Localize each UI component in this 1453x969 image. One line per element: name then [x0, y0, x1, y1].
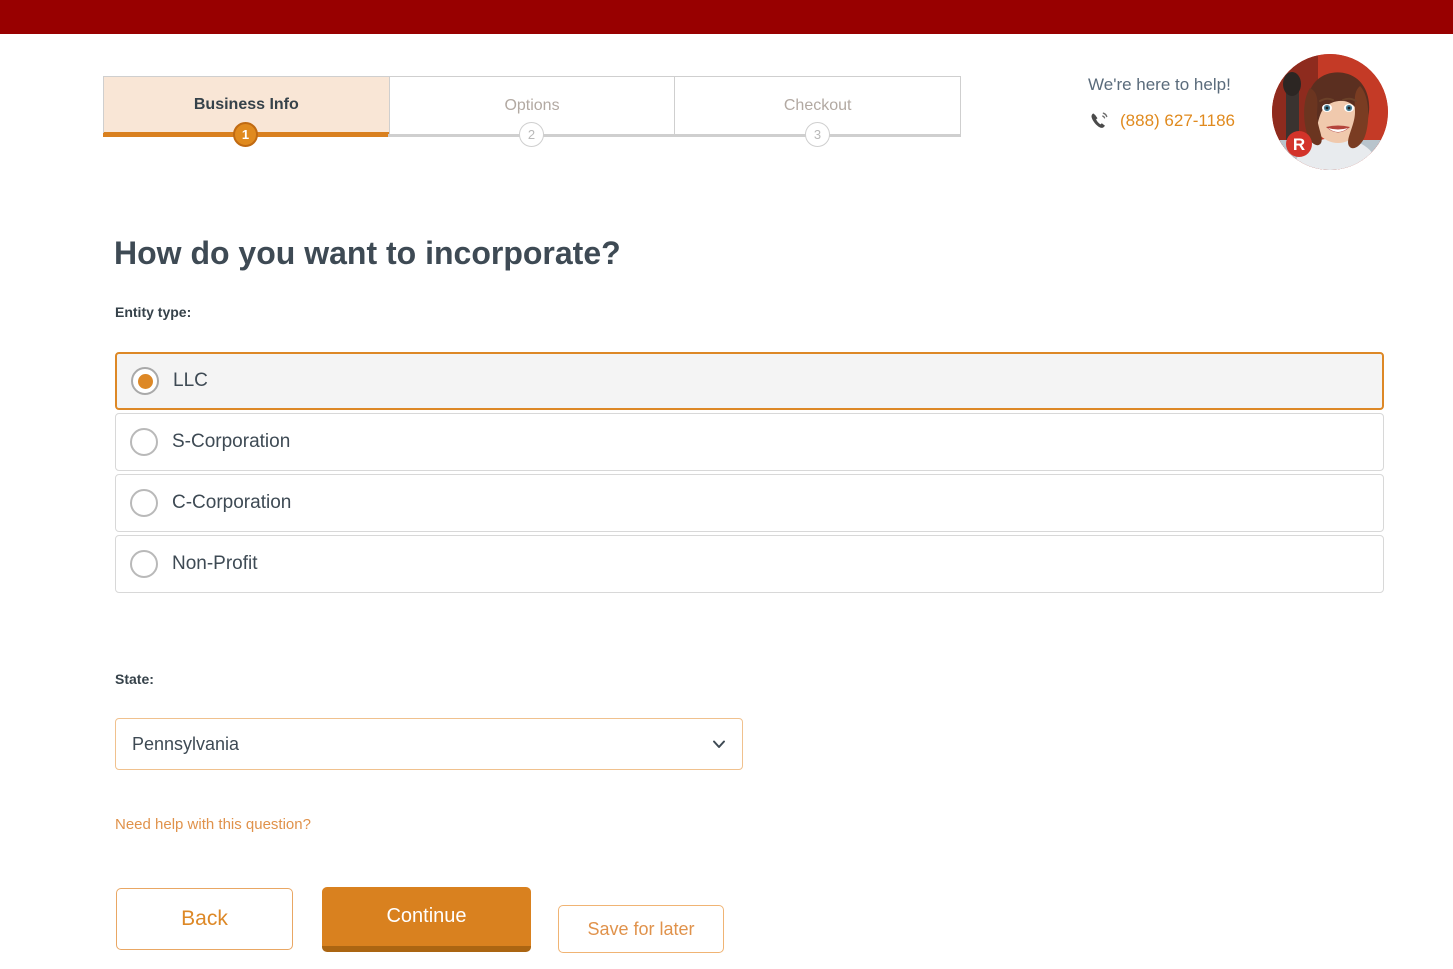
entity-type-label: Entity type: [115, 304, 192, 320]
state-select-wrapper: Pennsylvania [115, 718, 743, 770]
step-badge-3[interactable]: 3 [805, 122, 830, 147]
radio-label: Non-Profit [172, 553, 258, 574]
page-title: How do you want to incorporate? [114, 235, 621, 272]
step-badge-number: 1 [241, 127, 250, 142]
back-button[interactable]: Back [116, 888, 293, 950]
help-block: We're here to help! (888) 627-1186 R [1088, 54, 1388, 170]
step-badge-1[interactable]: 1 [233, 122, 258, 147]
radio-option-llc[interactable]: LLC [115, 352, 1384, 410]
step-badge-2[interactable]: 2 [519, 122, 544, 147]
radio-option-c-corporation[interactable]: C-Corporation [115, 474, 1384, 532]
step-label: Options [504, 97, 560, 114]
top-brand-bar [0, 0, 1453, 34]
radio-indicator [130, 489, 158, 517]
state-select-value: Pennsylvania [132, 733, 240, 754]
radio-option-non-profit[interactable]: Non-Profit [115, 535, 1384, 593]
help-title: We're here to help! [1088, 75, 1231, 94]
save-for-later-label: Save for later [587, 918, 695, 939]
entity-type-radio-group: LLC S-Corporation C-Corporation Non-Prof… [115, 352, 1384, 596]
state-label: State: [115, 671, 154, 687]
back-button-label: Back [181, 907, 228, 930]
save-for-later-button[interactable]: Save for later [558, 905, 724, 953]
radio-label: S-Corporation [172, 431, 291, 452]
step-badge-number: 2 [527, 127, 536, 142]
radio-label: C-Corporation [172, 492, 292, 513]
radio-label: LLC [173, 370, 208, 391]
step-label: Business Info [193, 95, 299, 113]
step-label: Checkout [783, 97, 852, 114]
need-help-link[interactable]: Need help with this question? [115, 816, 311, 833]
avatar: R [1272, 54, 1388, 170]
phone-ringing-icon [1088, 110, 1110, 132]
continue-button-label: Continue [386, 905, 467, 927]
radio-indicator [130, 428, 158, 456]
help-phone-number[interactable]: (888) 627-1186 [1120, 111, 1235, 131]
state-select[interactable]: Pennsylvania [115, 718, 743, 770]
continue-button[interactable]: Continue [322, 887, 531, 952]
help-phone-row[interactable]: (888) 627-1186 [1088, 110, 1235, 132]
radio-indicator [130, 550, 158, 578]
svg-text:R: R [1293, 135, 1305, 154]
radio-option-s-corporation[interactable]: S-Corporation [115, 413, 1384, 471]
step-badge-number: 3 [813, 127, 822, 142]
radio-indicator [131, 367, 159, 395]
